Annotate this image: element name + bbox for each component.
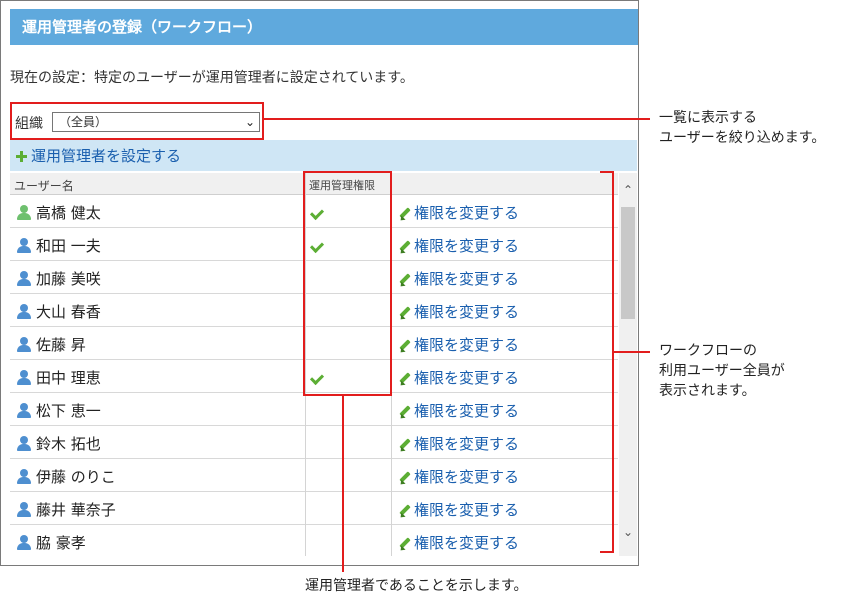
plus-icon <box>16 151 27 162</box>
user-icon <box>17 535 31 550</box>
set-admin-link[interactable]: 運用管理者を設定する <box>31 145 181 166</box>
user-name: 大山 春香 <box>36 303 101 321</box>
admin-column-highlight <box>303 171 392 396</box>
user-name: 田中 理恵 <box>36 369 101 387</box>
user-icon <box>17 205 31 220</box>
org-filter-label: 組織 <box>15 116 43 132</box>
list-callout-line3: 表示されます。 <box>659 383 756 399</box>
org-filter-select[interactable]: （全員） ⌄ <box>52 112 260 132</box>
user-icon <box>17 304 31 319</box>
pencil-icon <box>398 405 412 421</box>
list-callout-line1: ワークフローの <box>659 343 757 359</box>
change-rights-link[interactable]: 権限を変更する <box>414 367 519 388</box>
user-name: 松下 恵一 <box>36 402 101 420</box>
admin-callout-text: 運用管理者であることを示します。 <box>305 578 528 594</box>
user-name: 佐藤 昇 <box>36 336 86 354</box>
list-callout-line <box>612 351 650 353</box>
table-row: 脇 豪孝 権限を変更する <box>10 525 618 556</box>
page-title: 運用管理者の登録（ワークフロー） <box>10 9 638 45</box>
pencil-icon <box>398 207 412 223</box>
filter-callout-line1: 一覧に表示する <box>659 110 757 126</box>
user-icon <box>17 436 31 451</box>
change-rights-link[interactable]: 権限を変更する <box>414 301 519 322</box>
filter-callout-line <box>263 118 650 120</box>
list-bracket-bottom <box>600 551 614 553</box>
pencil-icon <box>398 537 412 553</box>
user-name: 藤井 華奈子 <box>36 501 116 519</box>
org-filter-highlight: 組織 （全員） ⌄ <box>10 102 264 140</box>
change-rights-link[interactable]: 権限を変更する <box>414 235 519 256</box>
user-name: 和田 一夫 <box>36 237 101 255</box>
change-rights-link[interactable]: 権限を変更する <box>414 268 519 289</box>
pencil-icon <box>398 339 412 355</box>
change-rights-link[interactable]: 権限を変更する <box>414 202 519 223</box>
user-icon <box>17 403 31 418</box>
table-row: 鈴木 拓也 権限を変更する <box>10 426 618 459</box>
change-rights-link[interactable]: 権限を変更する <box>414 400 519 421</box>
user-icon <box>17 271 31 286</box>
set-admin-bar: 運用管理者を設定する <box>10 140 637 171</box>
table-row: 藤井 華奈子 権限を変更する <box>10 492 618 525</box>
user-icon <box>17 238 31 253</box>
pencil-icon <box>398 306 412 322</box>
chevron-down-icon: ⌄ <box>244 115 255 129</box>
list-callout-line2: 利用ユーザー全員が <box>659 363 785 379</box>
change-rights-link[interactable]: 権限を変更する <box>414 433 519 454</box>
workflow-admin-panel: 運用管理者の登録（ワークフロー） 現在の設定：特定のユーザーが運用管理者に設定さ… <box>0 0 639 566</box>
user-icon <box>17 469 31 484</box>
column-header-user-name: ユーザー名 <box>14 179 74 193</box>
user-name: 加藤 美咲 <box>36 270 101 288</box>
org-filter-selected: （全員） <box>59 115 108 129</box>
list-callout-text: ワークフローの 利用ユーザー全員が 表示されます。 <box>659 341 785 401</box>
admin-callout-line <box>342 395 344 572</box>
user-name: 脇 豪孝 <box>36 534 86 552</box>
list-bracket-vertical <box>612 171 614 553</box>
filter-callout-line2: ユーザーを絞り込めます。 <box>659 130 826 146</box>
user-icon <box>17 502 31 517</box>
table-row: 松下 恵一 権限を変更する <box>10 393 618 426</box>
user-name: 伊藤 のりこ <box>36 468 116 486</box>
pencil-icon <box>398 504 412 520</box>
pencil-icon <box>398 240 412 256</box>
user-name: 高橋 健太 <box>36 204 101 222</box>
vertical-scrollbar[interactable]: ⌃ ⌄ <box>619 173 637 556</box>
user-icon <box>17 370 31 385</box>
pencil-icon <box>398 438 412 454</box>
pencil-icon <box>398 471 412 487</box>
change-rights-link[interactable]: 権限を変更する <box>414 334 519 355</box>
scroll-down-icon[interactable]: ⌄ <box>623 525 633 539</box>
pencil-icon <box>398 372 412 388</box>
change-rights-link[interactable]: 権限を変更する <box>414 532 519 553</box>
user-icon <box>17 337 31 352</box>
user-name: 鈴木 拓也 <box>36 435 101 453</box>
scroll-up-icon[interactable]: ⌃ <box>623 183 633 197</box>
current-setting-text: 現在の設定：特定のユーザーが運用管理者に設定されています。 <box>10 70 414 86</box>
pencil-icon <box>398 273 412 289</box>
scroll-thumb[interactable] <box>621 207 635 319</box>
change-rights-link[interactable]: 権限を変更する <box>414 499 519 520</box>
change-rights-link[interactable]: 権限を変更する <box>414 466 519 487</box>
table-row: 伊藤 のりこ 権限を変更する <box>10 459 618 492</box>
filter-callout-text: 一覧に表示する ユーザーを絞り込めます。 <box>659 108 825 148</box>
